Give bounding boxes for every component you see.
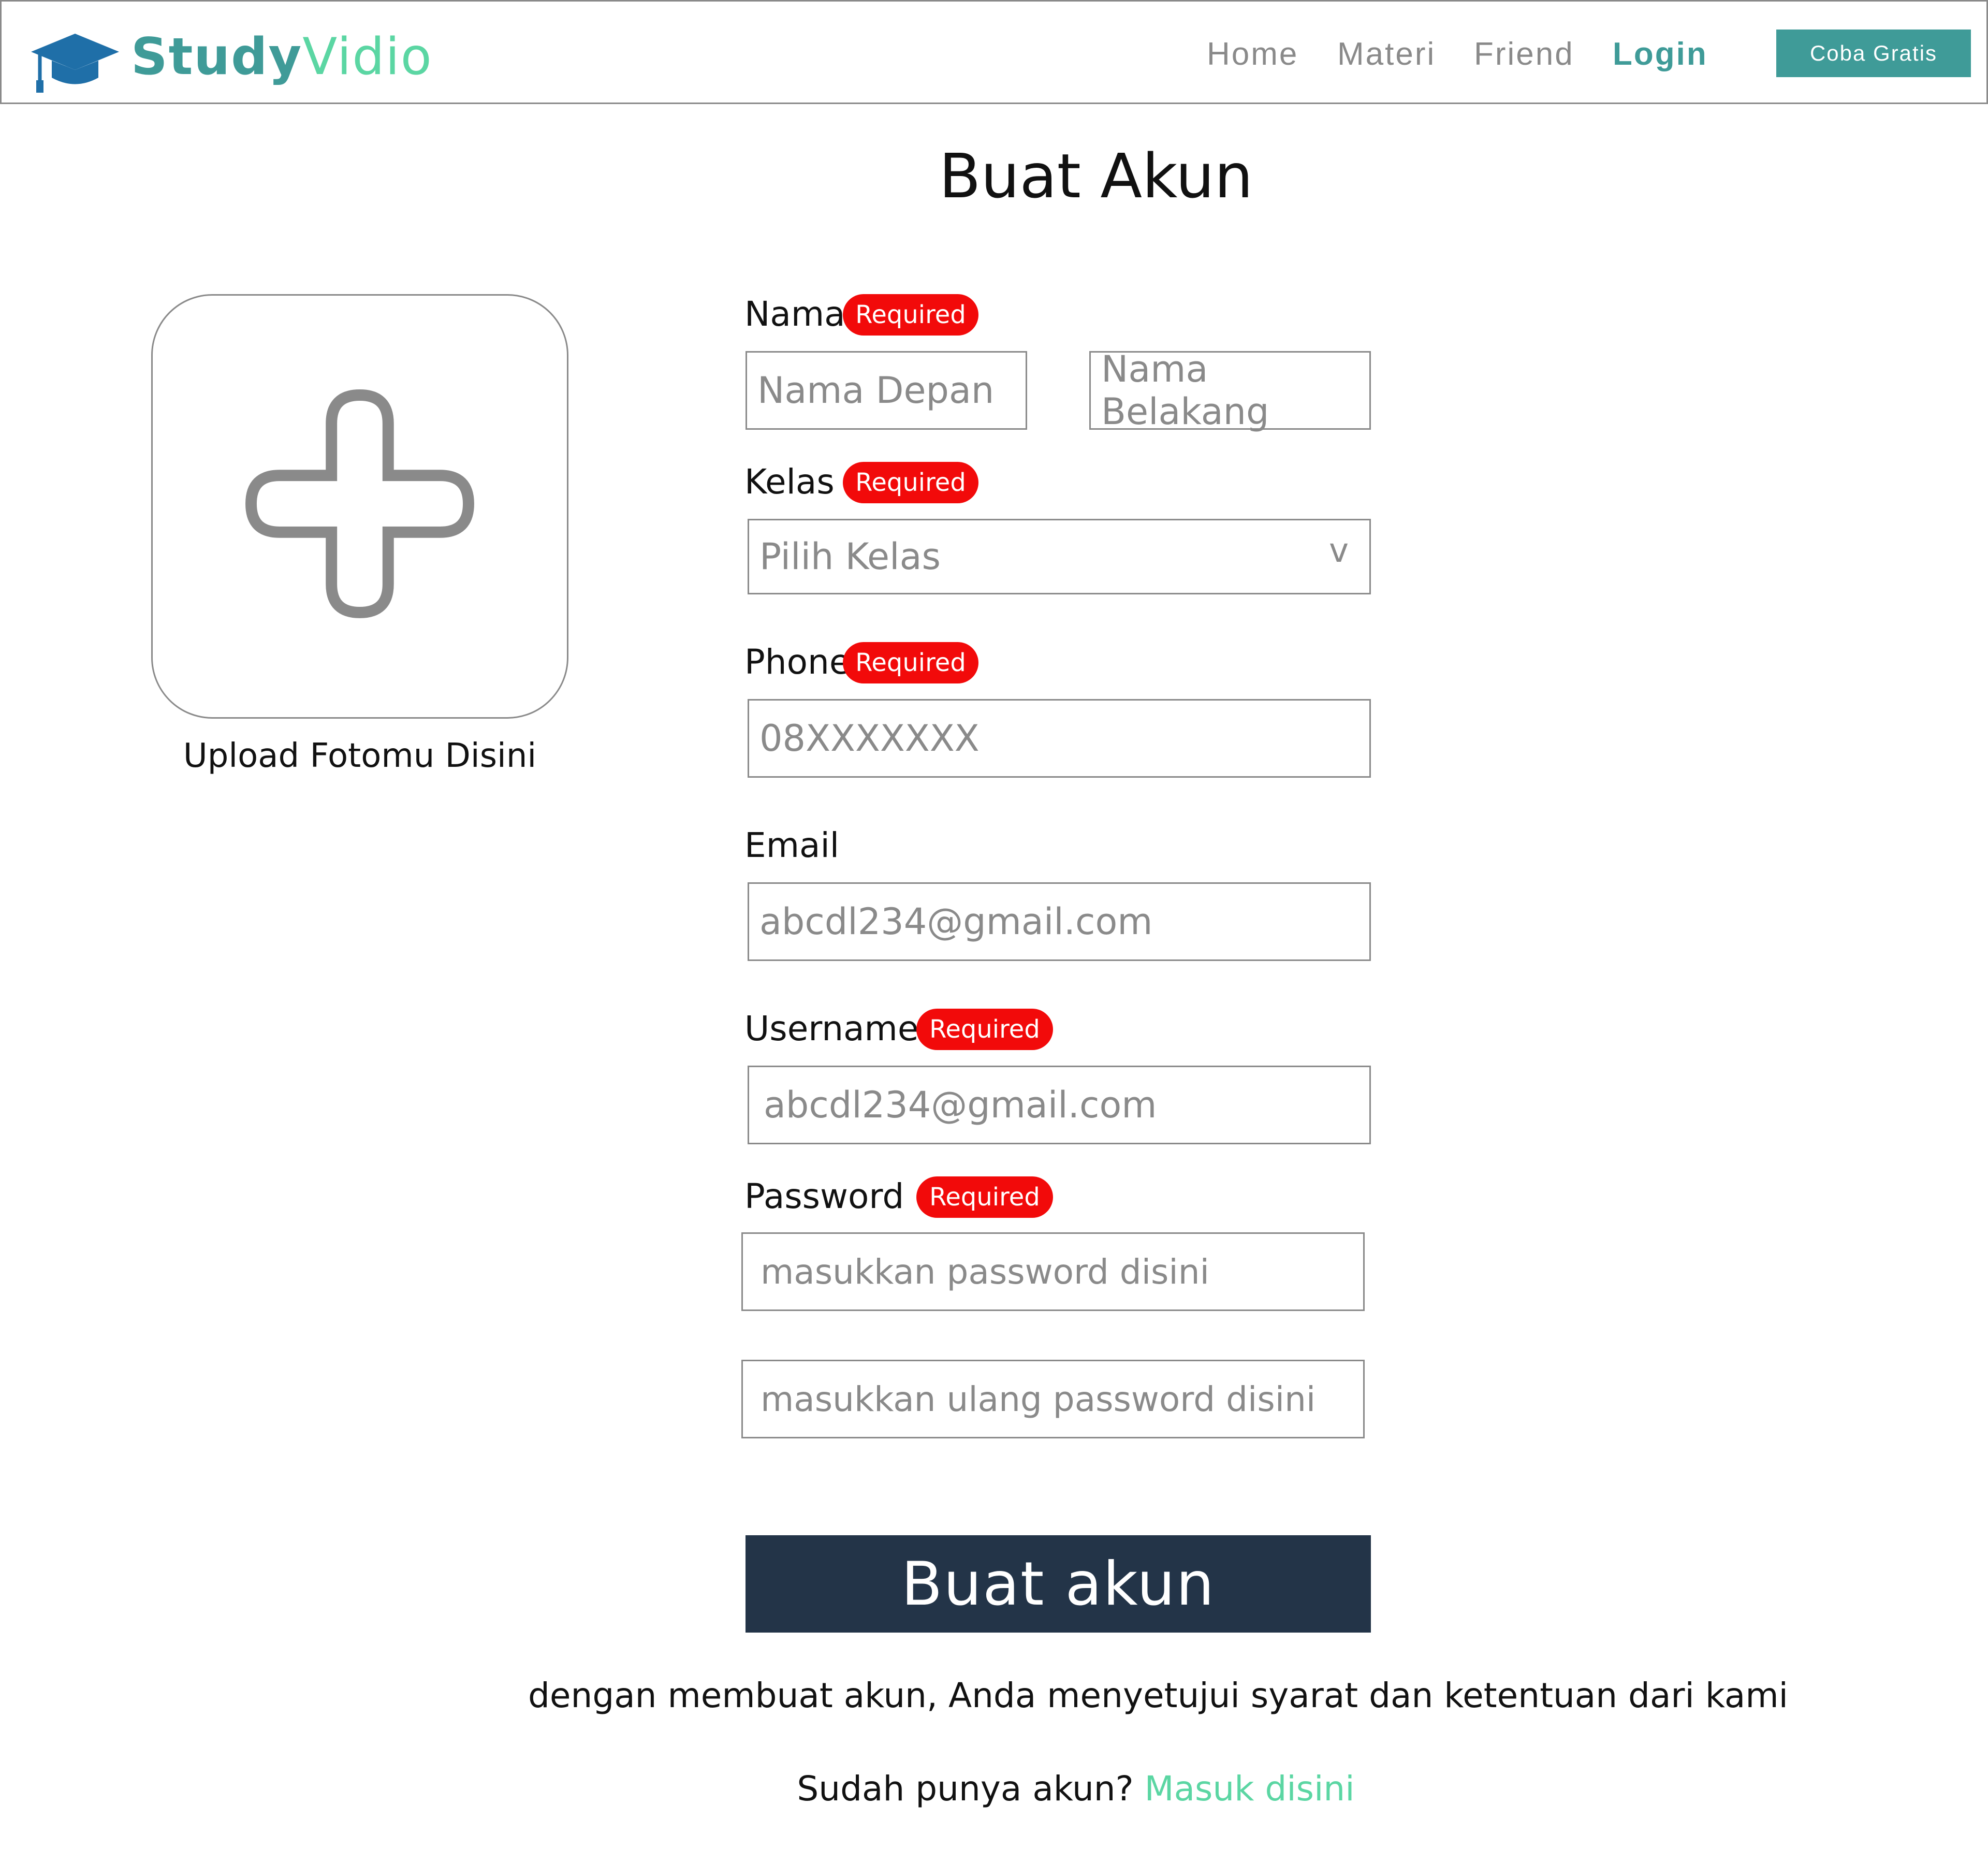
nav-link-materi[interactable]: Materi: [1337, 34, 1436, 75]
kelas-select[interactable]: Pilih Kelas v: [748, 519, 1371, 594]
password-placeholder: masukkan password disini: [761, 1251, 1209, 1292]
brand-logo[interactable]: StudyVidio: [131, 23, 433, 91]
buat-akun-button[interactable]: Buat akun: [746, 1535, 1371, 1633]
photo-upload-area[interactable]: [151, 294, 568, 719]
signin-link[interactable]: Masuk disini: [1145, 1769, 1355, 1809]
kelas-placeholder: Pilih Kelas: [759, 535, 941, 578]
username-label: Username: [744, 1009, 919, 1049]
required-badge: Required: [916, 1176, 1053, 1218]
brand-name-light: Vidio: [302, 27, 433, 86]
plus-icon: [245, 389, 474, 618]
confirm-password-input[interactable]: masukkan ulang password disini: [741, 1360, 1365, 1438]
password-label: Password: [744, 1176, 904, 1216]
password-input[interactable]: masukkan password disini: [741, 1232, 1365, 1311]
navbar: StudyVidio Home Materi Friend Login Coba…: [0, 0, 1988, 104]
nav-link-login[interactable]: Login: [1613, 34, 1708, 75]
phone-input[interactable]: 08XXXXXXX: [748, 699, 1371, 778]
last-name-input[interactable]: Nama Belakang: [1089, 348, 1371, 433]
nav-link-home[interactable]: Home: [1207, 34, 1298, 75]
kelas-label: Kelas: [744, 462, 835, 502]
signin-prompt: Sudah punya akun? Masuk disini: [0, 1766, 1988, 1812]
terms-text: dengan membuat akun, Anda menyetujui sya…: [528, 1676, 1788, 1715]
have-account-text: Sudah punya akun?: [797, 1769, 1134, 1809]
nama-label: Nama: [744, 294, 845, 334]
phone-placeholder: 08XXXXXXX: [759, 717, 980, 760]
nav-link-friend[interactable]: Friend: [1474, 34, 1574, 75]
brand-name-bold: Study: [131, 27, 303, 86]
required-badge: Required: [843, 294, 978, 336]
email-input[interactable]: abcdl234@gmail.com: [748, 882, 1371, 961]
confirm-password-placeholder: masukkan ulang password disini: [761, 1379, 1316, 1419]
required-badge: Required: [843, 642, 978, 683]
email-label: Email: [744, 825, 840, 865]
coba-gratis-button[interactable]: Coba Gratis: [1776, 30, 1971, 77]
upload-photo-label: Upload Fotomu Disini: [183, 737, 537, 775]
phone-label: Phone: [744, 642, 851, 682]
email-placeholder: abcdl234@gmail.com: [759, 900, 1153, 943]
username-placeholder: abcdl234@gmail.com: [764, 1084, 1157, 1126]
first-name-placeholder: Nama Depan: [757, 369, 995, 412]
username-input[interactable]: abcdl234@gmail.com: [748, 1066, 1371, 1144]
chevron-down-icon: v: [1329, 532, 1349, 570]
required-badge: Required: [916, 1009, 1053, 1050]
last-name-placeholder: Nama Belakang: [1101, 348, 1269, 433]
required-badge: Required: [843, 462, 978, 503]
first-name-input[interactable]: Nama Depan: [746, 351, 1027, 430]
graduation-cap-icon: [31, 34, 119, 93]
page-title: Buat Akun: [939, 140, 1253, 212]
